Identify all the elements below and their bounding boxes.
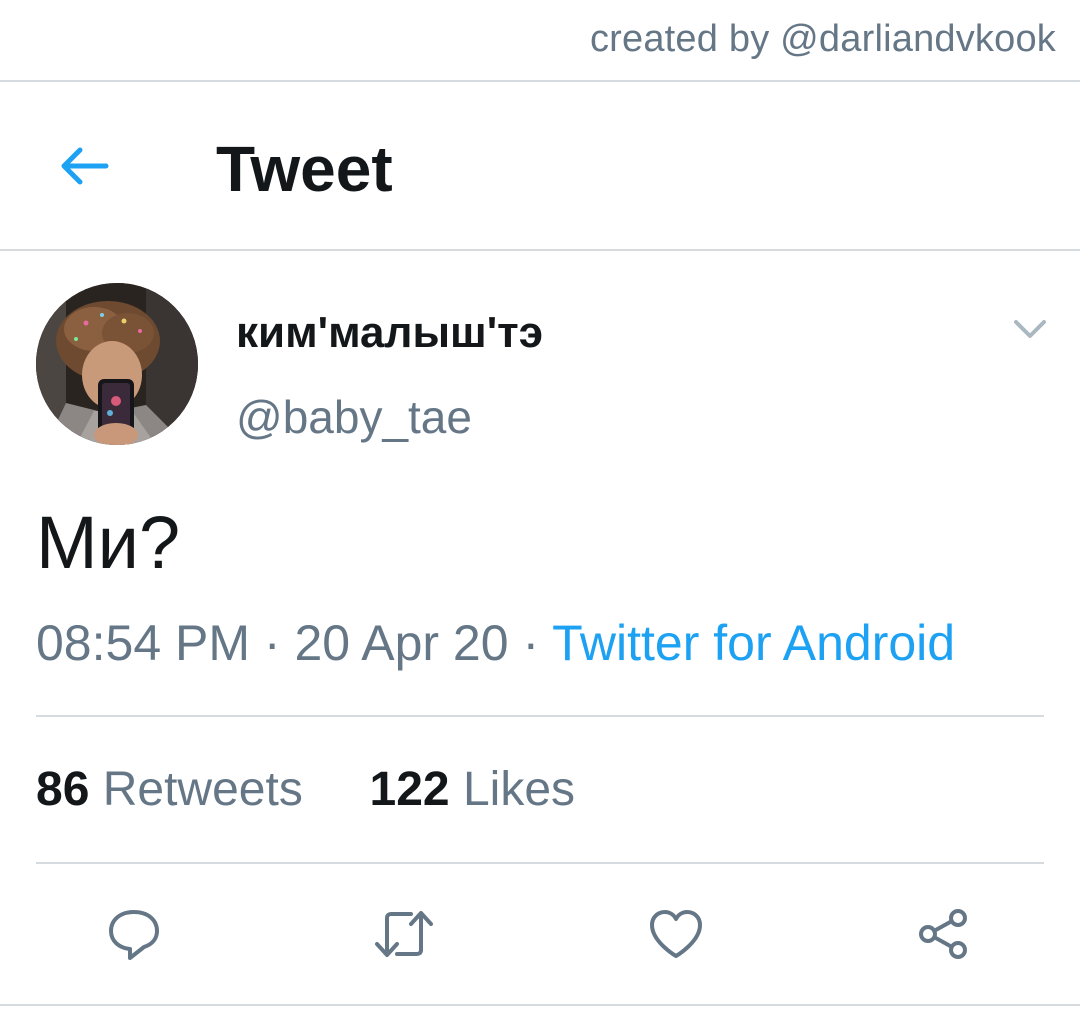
bottom-divider	[0, 1004, 1080, 1006]
watermark-credit: created by @darliandvkook	[589, 18, 1056, 60]
meta-separator: ·	[263, 615, 281, 671]
tweet-stats: 86 Retweets 122 Likes	[36, 762, 575, 817]
retweet-button[interactable]	[366, 896, 442, 972]
header-bar: Tweet	[0, 82, 1080, 250]
display-name[interactable]: ким'малыш'тэ	[236, 308, 543, 358]
tweet-meta: 08:54 PM · 20 Apr 20 · Twitter for Andro…	[36, 614, 955, 672]
meta-separator: ·	[522, 615, 540, 671]
tweet-menu-button[interactable]	[1010, 308, 1050, 348]
avatar-photo	[36, 283, 198, 445]
like-button[interactable]	[638, 896, 714, 972]
action-bar	[0, 896, 1080, 972]
likes-count: 122	[369, 763, 450, 816]
meta-divider	[36, 715, 1044, 717]
arrow-left-icon	[61, 147, 109, 185]
retweets-label: Retweets	[102, 763, 303, 816]
avatar[interactable]	[36, 283, 198, 445]
back-button[interactable]	[52, 134, 116, 198]
tweet-source-link[interactable]: Twitter for Android	[552, 615, 955, 671]
tweet-text: Ми?	[36, 501, 181, 584]
like-icon	[650, 910, 702, 958]
user-handle[interactable]: @baby_tae	[236, 390, 472, 444]
stats-divider	[36, 862, 1044, 864]
tweet-date: 20 Apr 20	[294, 615, 509, 671]
retweets-count: 86	[36, 763, 90, 816]
header-divider	[0, 249, 1080, 251]
likes-label: Likes	[462, 763, 576, 816]
likes-stat[interactable]: 122 Likes	[370, 763, 576, 816]
chevron-down-icon	[1014, 320, 1046, 338]
tweet-time: 08:54 PM	[36, 615, 251, 671]
reply-icon	[109, 910, 159, 960]
reply-button[interactable]	[96, 896, 172, 972]
page-title: Tweet	[216, 133, 393, 205]
retweet-icon	[375, 911, 433, 957]
share-button[interactable]	[906, 896, 982, 972]
share-icon	[919, 909, 967, 959]
retweets-stat[interactable]: 86 Retweets	[36, 763, 316, 816]
